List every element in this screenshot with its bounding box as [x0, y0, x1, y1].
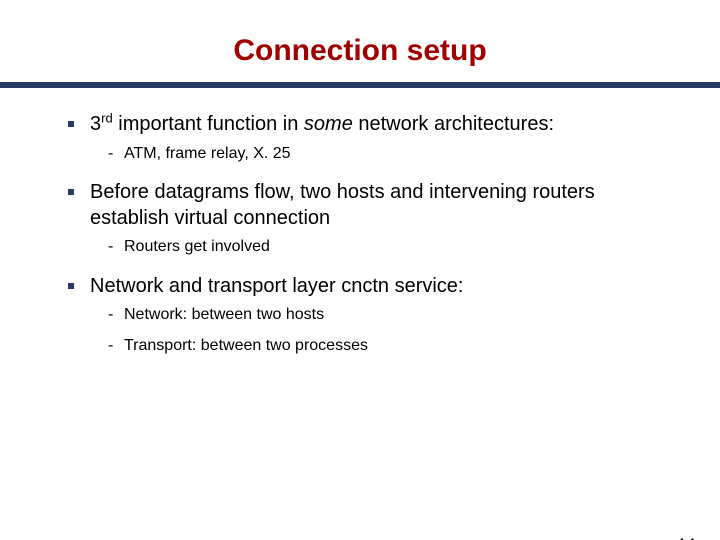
title-rule — [0, 82, 720, 88]
bullet-3: Network and transport layer cnctn servic… — [58, 274, 662, 300]
bullet-3-sub-2-text: Transport: between two processes — [124, 337, 368, 354]
page-number: 44 — [675, 536, 696, 540]
square-bullet-icon — [68, 189, 74, 195]
bullet-1-text: 3rd important function in some network a… — [90, 113, 554, 135]
dash-icon: - — [108, 336, 113, 356]
bullet-2-text: Before datagrams flow, two hosts and int… — [90, 181, 595, 229]
b1-mid: important function in — [113, 113, 304, 135]
bullet-2: Before datagrams flow, two hosts and int… — [58, 180, 662, 231]
bullet-3-sub-1-text: Network: between two hosts — [124, 306, 324, 323]
content-area: 3rd important function in some network a… — [0, 112, 720, 356]
dash-icon: - — [108, 237, 113, 257]
bullet-3-sub-2: - Transport: between two processes — [58, 336, 662, 356]
slide: Connection setup 3rd important function … — [0, 34, 720, 540]
bullet-2-sub: - Routers get involved — [58, 237, 662, 257]
bullet-1-sub-text: ATM, frame relay, X. 25 — [124, 145, 291, 162]
dash-icon: - — [108, 305, 113, 325]
bullet-3-text: Network and transport layer cnctn servic… — [90, 275, 464, 297]
b1-pre: 3 — [90, 113, 101, 135]
slide-title: Connection setup — [0, 34, 720, 68]
square-bullet-icon — [68, 283, 74, 289]
bullet-3-sub-1: - Network: between two hosts — [58, 305, 662, 325]
bullet-2-sub-text: Routers get involved — [124, 238, 270, 255]
dash-icon: - — [108, 144, 113, 164]
ordinal-rd: rd — [101, 110, 113, 125]
square-bullet-icon — [68, 121, 74, 127]
footer: Mao W 07 44 — [587, 536, 696, 540]
bullet-1-sub: - ATM, frame relay, X. 25 — [58, 144, 662, 164]
bullet-1: 3rd important function in some network a… — [58, 112, 662, 138]
b1-post: network architectures: — [353, 113, 554, 135]
b1-some: some — [304, 113, 353, 135]
